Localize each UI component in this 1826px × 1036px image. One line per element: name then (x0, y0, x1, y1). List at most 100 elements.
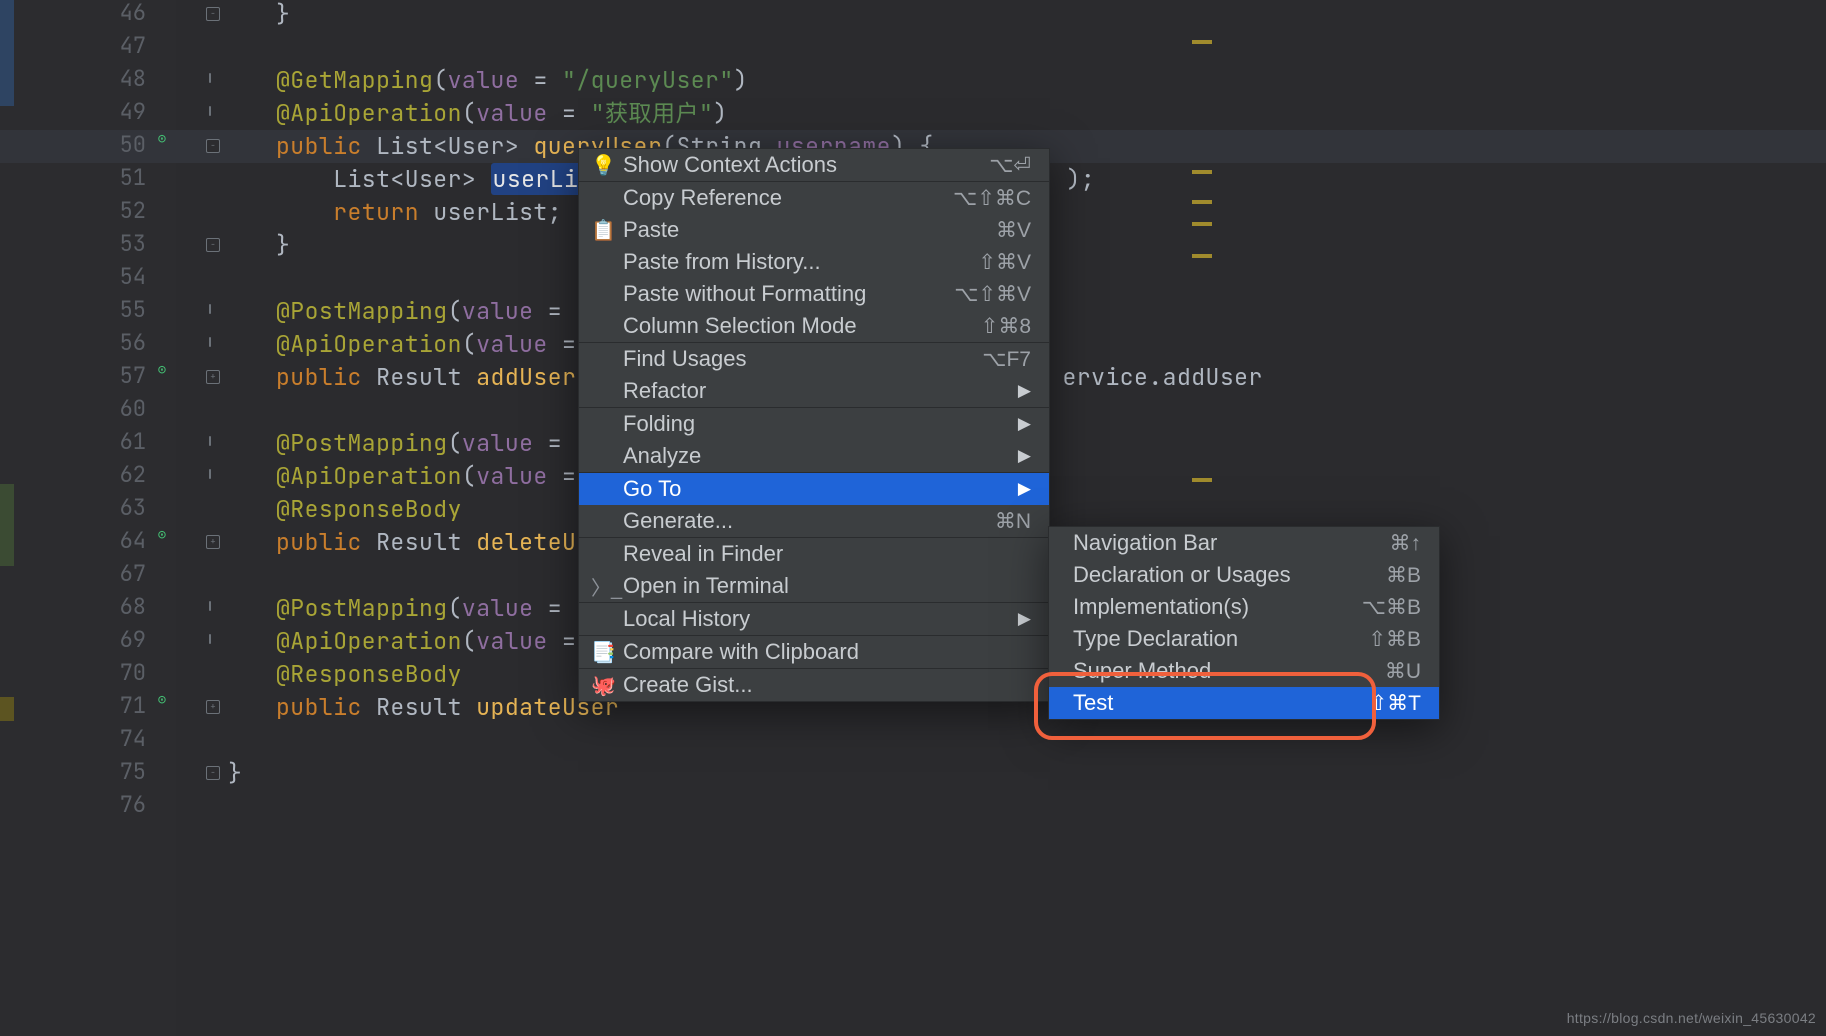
line-number: 75 (114, 757, 146, 786)
line-number: 47 (114, 31, 146, 60)
menu-label: Analyze (623, 443, 998, 469)
run-gutter-icon[interactable]: ⊙ (150, 691, 174, 709)
menu-label: Open in Terminal (623, 573, 1031, 599)
menu-item-declaration-or-usages[interactable]: Declaration or Usages⌘B (1049, 559, 1439, 591)
menu-item-refactor[interactable]: Refactor▶ (579, 375, 1049, 407)
line-number: 62 (114, 460, 146, 489)
line-number: 60 (114, 394, 146, 423)
menu-label: Paste from History... (623, 249, 938, 275)
code-editor[interactable]: 46 -} 47 48@GetMapping(value = "/queryUser"… (0, 0, 1826, 1036)
menu-shortcut: ⌘↑ (1350, 531, 1422, 556)
code-text[interactable]: public Result deleteUse (276, 526, 605, 559)
context-menu[interactable]: 💡Show Context Actions⌥⏎Copy Reference⌥⇧⌘… (578, 148, 1050, 702)
watermark: https://blog.csdn.net/weixin_45630042 (1567, 1010, 1816, 1026)
menu-item-analyze[interactable]: Analyze▶ (579, 440, 1049, 472)
line-number: 71 (114, 691, 146, 720)
menu-label: Show Context Actions (623, 152, 949, 178)
line-number: 69 (114, 625, 146, 654)
fold-toggle[interactable]: + (206, 370, 220, 384)
menu-item-open-in-terminal[interactable]: 〉_Open in Terminal (579, 570, 1049, 602)
code-text[interactable]: public Result updateUser (276, 691, 619, 724)
code-text[interactable]: } (276, 0, 290, 31)
code-text[interactable]: @ResponseBody (276, 658, 462, 691)
fold-toggle[interactable]: - (206, 7, 220, 21)
code-line[interactable]: 49@ApiOperation(value = "获取用户") (0, 97, 1826, 130)
code-line[interactable]: 46 -} (0, 0, 1826, 31)
submenu-arrow-icon: ▶ (1018, 381, 1031, 401)
code-line[interactable]: 75-} (0, 757, 1826, 790)
menu-label: Navigation Bar (1073, 530, 1350, 556)
code-text[interactable]: @ResponseBody (276, 493, 462, 526)
fold-toggle[interactable]: - (206, 139, 220, 153)
code-line[interactable]: 47 (0, 31, 1826, 64)
run-gutter-icon[interactable]: ⊙ (150, 130, 174, 148)
menu-label: Column Selection Mode (623, 313, 941, 339)
line-number: 64 (114, 526, 146, 555)
menu-item-type-declaration[interactable]: Type Declaration⇧⌘B (1049, 623, 1439, 655)
menu-item-find-usages[interactable]: Find Usages⌥F7 (579, 343, 1049, 375)
code-line[interactable]: 74 (0, 724, 1826, 757)
menu-label: Copy Reference (623, 185, 913, 211)
menu-shortcut: ⌥⇧⌘V (914, 282, 1031, 307)
goto-submenu[interactable]: Navigation Bar⌘↑Declaration or Usages⌘BI… (1048, 526, 1440, 720)
menu-item-paste-without-formatting[interactable]: Paste without Formatting⌥⇧⌘V (579, 278, 1049, 310)
menu-label: Paste (623, 217, 956, 243)
submenu-arrow-icon: ▶ (1018, 609, 1031, 629)
line-number: 74 (114, 724, 146, 753)
code-line[interactable]: 76 (0, 790, 1826, 823)
run-gutter-icon[interactable]: ⊙ (150, 361, 174, 379)
line-number: 51 (114, 163, 146, 192)
menu-item-compare-with-clipboard[interactable]: 📑Compare with Clipboard (579, 636, 1049, 668)
line-number: 76 (114, 790, 146, 819)
code-text[interactable]: @ApiOperation(value = " (276, 328, 605, 361)
menu-shortcut: ⌘N (955, 509, 1031, 534)
menu-item-reveal-in-finder[interactable]: Reveal in Finder (579, 538, 1049, 570)
menu-item-generate[interactable]: Generate...⌘N (579, 505, 1049, 537)
menu-item-folding[interactable]: Folding▶ (579, 408, 1049, 440)
code-text[interactable]: return userList; (276, 196, 562, 229)
menu-item-super-method[interactable]: Super Method⌘U (1049, 655, 1439, 687)
menu-shortcut: ⌥F7 (942, 347, 1031, 372)
code-text[interactable]: @PostMapping(value = "/ (276, 427, 605, 460)
fold-toggle[interactable]: - (206, 238, 220, 252)
run-gutter-icon[interactable]: ⊙ (150, 526, 174, 544)
menu-shortcut: ⌥⌘B (1322, 595, 1421, 620)
code-text[interactable]: @PostMapping(value = "/a (276, 295, 619, 328)
menu-item-go-to[interactable]: Go To▶ (579, 473, 1049, 505)
menu-shortcut: ⌥⇧⌘C (913, 186, 1031, 211)
code-line[interactable]: 48@GetMapping(value = "/queryUser") (0, 64, 1826, 97)
code-text[interactable]: @ApiOperation(value = "获取用户") (276, 97, 728, 130)
line-number: 53 (114, 229, 146, 258)
menu-item-paste[interactable]: 📋Paste⌘V (579, 214, 1049, 246)
menu-item-implementation-s[interactable]: Implementation(s)⌥⌘B (1049, 591, 1439, 623)
line-number: 54 (114, 262, 146, 291)
menu-label: Go To (623, 476, 998, 502)
fold-toggle[interactable]: - (206, 766, 220, 780)
menu-shortcut: ⌘U (1345, 659, 1421, 684)
code-text[interactable]: } (276, 229, 290, 262)
menu-label: Test (1073, 690, 1330, 716)
menu-item-column-selection-mode[interactable]: Column Selection Mode⇧⌘8 (579, 310, 1049, 342)
line-number: 46 (114, 0, 146, 27)
fold-toggle[interactable]: + (206, 700, 220, 714)
line-number: 70 (114, 658, 146, 687)
code-text[interactable]: @ApiOperation(value = " (276, 625, 605, 658)
menu-item-paste-from-history[interactable]: Paste from History...⇧⌘V (579, 246, 1049, 278)
menu-item-test[interactable]: Test⇧⌘T (1049, 687, 1439, 719)
line-number: 68 (114, 592, 146, 621)
line-number: 67 (114, 559, 146, 588)
line-number: 55 (114, 295, 146, 324)
github-icon: 🐙 (591, 673, 613, 698)
menu-item-navigation-bar[interactable]: Navigation Bar⌘↑ (1049, 527, 1439, 559)
menu-label: Folding (623, 411, 998, 437)
menu-item-local-history[interactable]: Local History▶ (579, 603, 1049, 635)
code-text[interactable]: @ApiOperation(value = " (276, 460, 605, 493)
menu-item-copy-reference[interactable]: Copy Reference⌥⇧⌘C (579, 182, 1049, 214)
menu-label: Type Declaration (1073, 626, 1328, 652)
fold-toggle[interactable]: + (206, 535, 220, 549)
menu-shortcut: ⌘V (956, 218, 1031, 243)
menu-item-show-context-actions[interactable]: 💡Show Context Actions⌥⏎ (579, 149, 1049, 181)
code-text[interactable]: @GetMapping(value = "/queryUser") (276, 64, 748, 97)
code-text[interactable]: @PostMapping(value = "/ (276, 592, 605, 625)
menu-item-create-gist[interactable]: 🐙Create Gist... (579, 669, 1049, 701)
